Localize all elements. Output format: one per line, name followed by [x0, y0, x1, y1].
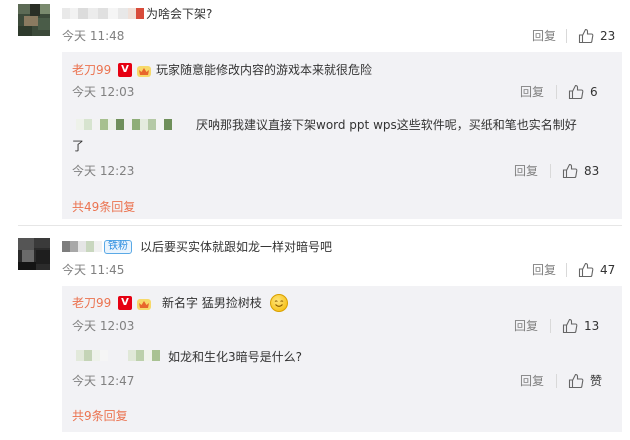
divider	[550, 319, 551, 333]
avatar[interactable]	[18, 4, 50, 36]
reply-username[interactable]: 老刀99	[72, 295, 111, 311]
reply-text: 玩家随意能修改内容的游戏本来就很危险	[156, 63, 373, 77]
like-button[interactable]: 83	[562, 162, 599, 180]
divider	[566, 29, 567, 43]
reply-text-continued: 了	[72, 139, 85, 153]
like-button[interactable]: 赞	[568, 372, 602, 390]
like-button[interactable]: 23	[578, 27, 615, 45]
thumbs-up-icon	[562, 163, 578, 179]
reply-text: 如龙和生化3暗号是什么?	[168, 350, 303, 364]
comment-divider	[18, 225, 622, 226]
thumbs-up-icon	[562, 318, 578, 334]
comment-text: 以后要买实体就跟如龙一样对暗号吧	[140, 240, 333, 254]
reply-text: 厌呐那我建议直接下架word ppt wps这些软件呢，买纸和笔也实名制好	[196, 118, 577, 132]
like-button[interactable]: 47	[578, 261, 615, 279]
thumbs-up-icon	[578, 28, 594, 44]
fan-badge: 铁粉	[104, 240, 132, 254]
username-blurred[interactable]	[62, 8, 144, 19]
timestamp: 今天 11:48	[62, 29, 125, 43]
reply-button[interactable]: 回复	[520, 84, 544, 100]
divider	[566, 263, 567, 277]
reply-box: 老刀99 V 玩家随意能修改内容的游戏本来就很危险 今天 12:03 回复 6	[62, 52, 622, 219]
timestamp: 今天 12:23	[72, 164, 135, 178]
like-count: 赞	[590, 374, 603, 388]
reply-button[interactable]: 回复	[532, 28, 556, 44]
like-count: 47	[600, 263, 616, 277]
reply-button[interactable]: 回复	[514, 163, 538, 179]
timestamp: 今天 11:45	[62, 263, 125, 277]
username-blurred[interactable]	[76, 350, 160, 361]
timestamp: 今天 12:03	[72, 85, 135, 99]
username-blurred[interactable]	[76, 119, 172, 130]
username-blurred[interactable]	[62, 241, 102, 252]
reply-button[interactable]: 回复	[514, 318, 538, 334]
divider	[556, 85, 557, 99]
verified-badge-icon: V	[118, 296, 132, 310]
smile-emoji-icon	[270, 294, 288, 312]
verified-badge-icon: V	[118, 63, 132, 77]
crown-badge-icon	[136, 62, 152, 78]
like-button[interactable]: 6	[568, 83, 598, 101]
like-count: 83	[584, 164, 600, 178]
divider	[556, 374, 557, 388]
reply-text: 新名字 猛男捡树枝	[162, 296, 262, 310]
thumbs-up-icon	[568, 373, 584, 389]
divider	[550, 164, 551, 178]
timestamp: 今天 12:03	[72, 319, 135, 333]
avatar[interactable]	[18, 238, 50, 270]
timestamp: 今天 12:47	[72, 374, 135, 388]
like-count: 23	[600, 29, 616, 43]
thumbs-up-icon	[578, 262, 594, 278]
reply-username[interactable]: 老刀99	[72, 62, 111, 78]
thumbs-up-icon	[568, 84, 584, 100]
like-button[interactable]: 13	[562, 317, 599, 335]
like-count: 13	[584, 319, 600, 333]
more-replies-link[interactable]: 共49条回复	[72, 199, 135, 215]
comment-text: 为啥会下架?	[146, 7, 213, 21]
more-replies-link[interactable]: 共9条回复	[72, 408, 128, 424]
like-count: 6	[590, 85, 598, 99]
crown-badge-icon	[136, 295, 152, 311]
reply-button[interactable]: 回复	[532, 262, 556, 278]
reply-button[interactable]: 回复	[520, 373, 544, 389]
reply-box: 老刀99 V 新名字 猛男捡树枝 今天 12:03 回复 13 如龙和生化3暗号…	[62, 286, 622, 432]
